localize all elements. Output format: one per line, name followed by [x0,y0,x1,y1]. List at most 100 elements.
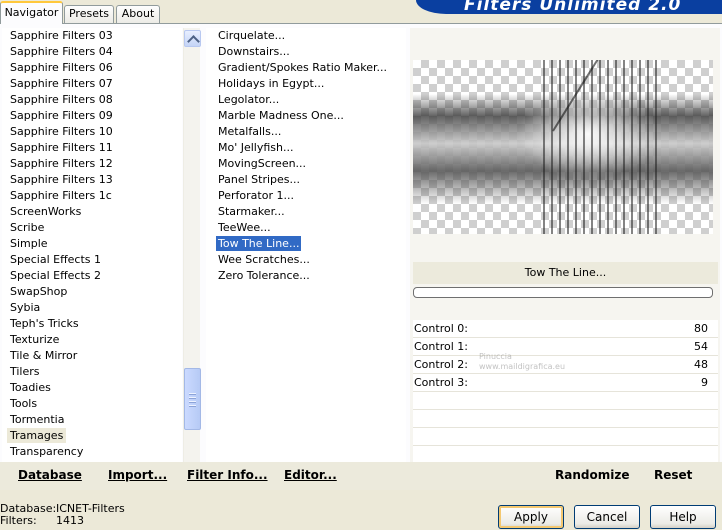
import-button[interactable]: Import... [108,468,167,482]
scroll-thumb[interactable] [184,368,201,430]
category-item[interactable]: Sapphire Filters 13 [2,172,182,188]
filter-item[interactable]: Downstairs... [206,44,406,60]
category-item[interactable]: Sapphire Filters 03 [2,28,182,44]
control-2-row[interactable]: Control 2: 48 [413,356,718,374]
category-label: ScreenWorks [10,205,82,218]
tab-strip: Navigator Presets About Filters Unlimite… [0,0,722,24]
category-label: Sapphire Filters 06 [10,61,113,74]
database-button[interactable]: Database [18,468,82,482]
filter-label: Starmaker... [218,205,285,218]
category-item[interactable]: Sapphire Filters 10 [2,124,182,140]
category-item[interactable]: SwapShop [2,284,182,300]
filter-label: Wee Scratches... [218,253,310,266]
category-label: Sapphire Filters 12 [10,157,113,170]
preview-pane: Tow The Line... Control 0: 80 Control 1:… [410,28,720,480]
apply-button[interactable]: Apply [498,505,564,529]
category-label: Special Effects 1 [10,253,102,266]
category-scrollbar[interactable] [183,28,201,484]
category-item[interactable]: Teph's Tricks [2,316,182,332]
reset-button[interactable]: Reset [654,468,692,482]
filters-count: 1413 [56,514,84,527]
filter-item[interactable]: Panel Stripes... [206,172,406,188]
category-item[interactable]: Simple [2,236,182,252]
filter-item[interactable]: Metalfalls... [206,124,406,140]
filter-item[interactable]: Zero Tolerance... [206,268,406,284]
filter-item[interactable]: TeeWee... [206,220,406,236]
category-item[interactable]: Sapphire Filters 1c [2,188,182,204]
category-label: Sapphire Filters 1c [10,189,112,202]
filter-label: Metalfalls... [218,125,282,138]
category-item[interactable]: Tormentia [2,412,182,428]
filter-label: Mo' Jellyfish... [218,141,294,154]
action-bar: Database Import... Filter Info... Editor… [0,462,722,490]
editor-button[interactable]: Editor... [284,468,337,482]
filter-list[interactable]: Cirquelate... Downstairs... Gradient/Spoke… [206,28,406,480]
filter-item[interactable]: Holidays in Egypt... [206,76,406,92]
category-item[interactable]: Special Effects 2 [2,268,182,284]
randomize-button[interactable]: Randomize [555,468,629,482]
category-item[interactable]: ScreenWorks [2,204,182,220]
category-item[interactable]: Sapphire Filters 11 [2,140,182,156]
filter-label: Zero Tolerance... [218,269,310,282]
category-label: Texturize [10,333,60,346]
category-list[interactable]: Sapphire Filters 03 Sapphire Filters 04 Sa… [2,28,182,480]
filter-label: Marble Madness One... [218,109,344,122]
cancel-button[interactable]: Cancel [574,505,640,529]
tab-navigator[interactable]: Navigator [0,1,63,24]
category-item[interactable]: Sapphire Filters 09 [2,108,182,124]
control-value[interactable]: 80 [694,320,708,338]
title-banner: Filters Unlimited 2.0 [416,0,722,14]
category-label: Transparency [10,445,84,458]
category-item[interactable]: Scribe [2,220,182,236]
control-value[interactable]: 48 [694,356,708,374]
filter-item[interactable]: Marble Madness One... [206,108,406,124]
control-1-row[interactable]: Control 1: 54 [413,338,718,356]
filter-item[interactable]: Mo' Jellyfish... [206,140,406,156]
category-item[interactable]: Tools [2,396,182,412]
filter-item[interactable]: Cirquelate... [206,28,406,44]
filters-label: Filters: [0,514,37,527]
filter-label: MovingScreen... [218,157,307,170]
filter-item[interactable]: Gradient/Spokes Ratio Maker... [206,60,406,76]
category-item[interactable]: Tile & Mirror [2,348,182,364]
progress-bar [413,287,713,298]
category-item[interactable]: Texturize [2,332,182,348]
tab-about[interactable]: About [116,5,160,23]
filter-item[interactable]: Perforator 1... [206,188,406,204]
filter-item[interactable]: Starmaker... [206,204,406,220]
category-item[interactable]: Sybia [2,300,182,316]
filter-label: Gradient/Spokes Ratio Maker... [218,61,387,74]
category-item[interactable]: Sapphire Filters 04 [2,44,182,60]
help-button[interactable]: Help [650,505,716,529]
control-value[interactable]: 9 [701,374,708,392]
control-0-row[interactable]: Control 0: 80 [413,320,718,338]
filter-label: Perforator 1... [218,189,294,202]
category-item[interactable]: Sapphire Filters 06 [2,60,182,76]
category-item[interactable]: Sapphire Filters 07 [2,76,182,92]
category-label: Sapphire Filters 10 [10,125,113,138]
filter-info-button[interactable]: Filter Info... [187,468,268,482]
category-label: Tilers [10,365,40,378]
control-label: Control 1: [414,340,468,353]
category-label: Special Effects 2 [10,269,102,282]
category-item[interactable]: Special Effects 1 [2,252,182,268]
filter-item[interactable]: Wee Scratches... [206,252,406,268]
category-item[interactable]: Transparency [2,444,182,460]
category-item[interactable]: Sapphire Filters 08 [2,92,182,108]
category-item[interactable]: Toadies [2,380,182,396]
tab-presets[interactable]: Presets [64,5,114,23]
control-value[interactable]: 54 [694,338,708,356]
filter-item[interactable]: Tow The Line... [206,236,406,252]
category-label: Sapphire Filters 09 [10,109,113,122]
category-item[interactable]: Tilers [2,364,182,380]
category-item[interactable]: Sapphire Filters 12 [2,156,182,172]
filter-item[interactable]: MovingScreen... [206,156,406,172]
scroll-up-button[interactable] [184,30,201,47]
empty-control-row [413,410,718,428]
filter-item[interactable]: Legolator... [206,92,406,108]
filter-label: Cirquelate... [218,29,286,42]
category-label: Tools [10,397,38,410]
category-item[interactable]: Tramages [2,428,182,444]
category-label: Sapphire Filters 13 [10,173,113,186]
control-3-row[interactable]: Control 3: 9 [413,374,718,392]
